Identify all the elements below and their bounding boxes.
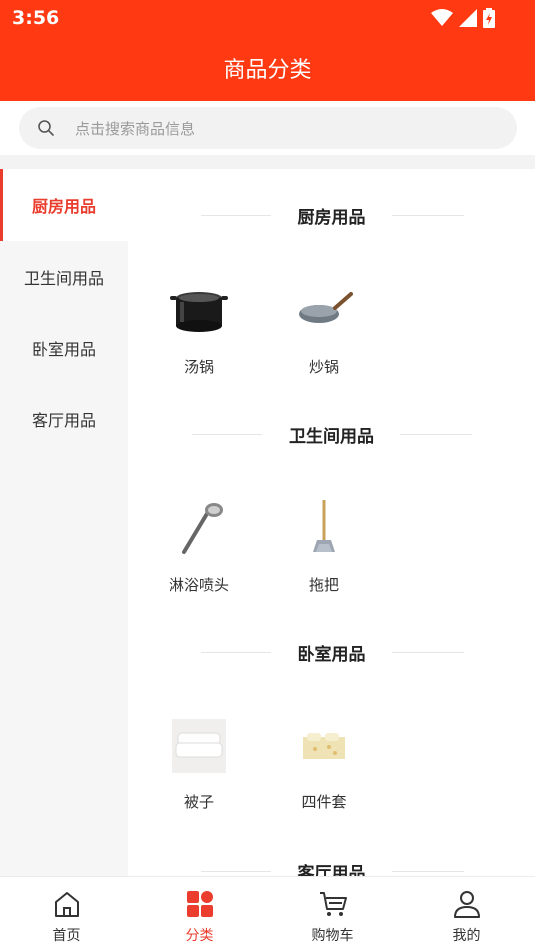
status-bar: 3:56 xyxy=(0,0,535,38)
sidebar-item-kitchen[interactable]: 厨房用品 xyxy=(0,169,128,241)
product-name: 四件套 xyxy=(301,793,347,811)
header: 3:56 商品分类 xyxy=(0,0,535,101)
sidebar-item-label: 卫生间用品 xyxy=(23,269,104,288)
mop-icon xyxy=(313,500,335,552)
category-content: 厨房用品 汤锅 炒锅 卫生间用品 淋浴喷头 拖把 卧室用品 被子 四件套 客厅用… xyxy=(128,169,535,876)
section-title-living-room: 客厅用品 xyxy=(297,863,366,877)
tab-category[interactable]: 分类 xyxy=(133,877,266,951)
battery-icon xyxy=(483,8,495,28)
page-title: 商品分类 xyxy=(223,58,312,83)
sidebar-item-label: 厨房用品 xyxy=(31,197,96,216)
sidebar-item-living-room[interactable]: 客厅用品 xyxy=(0,383,128,455)
product-name: 被子 xyxy=(183,793,214,811)
bedding-set-icon xyxy=(303,733,345,759)
section-title-bedroom: 卧室用品 xyxy=(297,644,366,665)
tab-label: 首页 xyxy=(52,928,81,944)
bottom-tab-bar: 首页 分类 购物车 我的 xyxy=(0,876,535,951)
sidebar-item-bedroom[interactable]: 卧室用品 xyxy=(0,312,128,384)
search-bar[interactable]: 点击搜索商品信息 xyxy=(19,107,517,149)
search-input[interactable]: 点击搜索商品信息 xyxy=(75,118,195,139)
signal-icon xyxy=(459,9,477,27)
sidebar-item-label: 卧室用品 xyxy=(31,340,96,359)
profile-icon xyxy=(453,891,480,918)
section-title-bathroom: 卫生间用品 xyxy=(289,426,374,447)
section-title-kitchen: 厨房用品 xyxy=(297,207,366,228)
status-time: 3:56 xyxy=(12,7,60,29)
product-name: 淋浴喷头 xyxy=(168,576,229,594)
wok-icon xyxy=(299,292,353,323)
status-icons xyxy=(431,8,495,28)
divider xyxy=(0,155,535,169)
search-icon xyxy=(38,120,54,136)
category-sidebar: 厨房用品 卫生间用品 卧室用品 客厅用品 xyxy=(0,169,128,876)
tab-profile[interactable]: 我的 xyxy=(400,877,533,951)
soup-pot-icon xyxy=(170,292,228,332)
search-area: 点击搜索商品信息 xyxy=(0,101,535,155)
tab-label: 我的 xyxy=(452,928,481,944)
tab-label: 购物车 xyxy=(311,928,354,944)
cart-icon xyxy=(319,892,347,916)
product-name: 拖把 xyxy=(308,576,339,594)
category-icon xyxy=(186,891,213,917)
quilt-icon xyxy=(172,719,226,773)
shower-head-icon xyxy=(182,503,223,554)
wifi-icon xyxy=(431,9,453,26)
product-name: 炒锅 xyxy=(308,358,339,376)
sidebar-item-bathroom[interactable]: 卫生间用品 xyxy=(0,241,128,313)
home-icon xyxy=(54,892,79,917)
tab-home[interactable]: 首页 xyxy=(0,877,133,951)
sidebar-item-label: 客厅用品 xyxy=(31,411,96,430)
product-name: 汤锅 xyxy=(183,358,214,376)
tab-label: 分类 xyxy=(185,928,214,944)
tab-cart[interactable]: 购物车 xyxy=(266,877,399,951)
